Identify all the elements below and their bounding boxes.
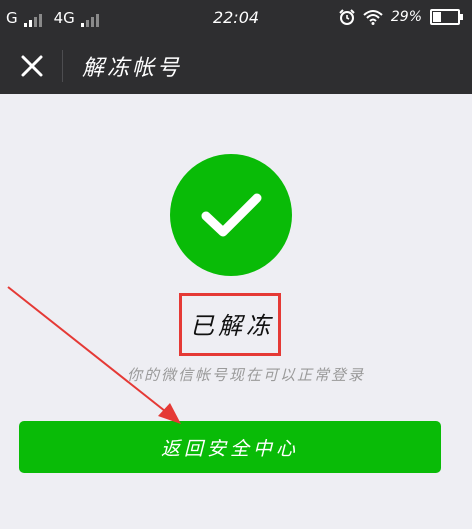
back-to-security-center-button[interactable]: 返回安全中心 <box>19 421 441 473</box>
alarm-icon <box>339 9 355 25</box>
status-description: 你的微信帐号现在可以正常登录 <box>126 366 365 384</box>
nav-bar: 解冻帐号 <box>0 38 472 94</box>
annotation-highlight-box <box>179 293 281 356</box>
close-icon[interactable] <box>18 52 46 80</box>
success-badge <box>170 154 292 276</box>
page-title: 解冻帐号 <box>82 56 183 81</box>
status-icons: 29% <box>339 9 463 25</box>
battery-icon <box>430 9 463 25</box>
wifi-icon <box>363 10 383 25</box>
checkmark-icon <box>201 193 262 237</box>
status-bar: G 4G 22:04 29% <box>0 0 472 38</box>
button-label: 返回安全中心 <box>160 437 299 460</box>
nav-divider <box>62 50 63 82</box>
battery-percent: 29% <box>390 9 422 25</box>
